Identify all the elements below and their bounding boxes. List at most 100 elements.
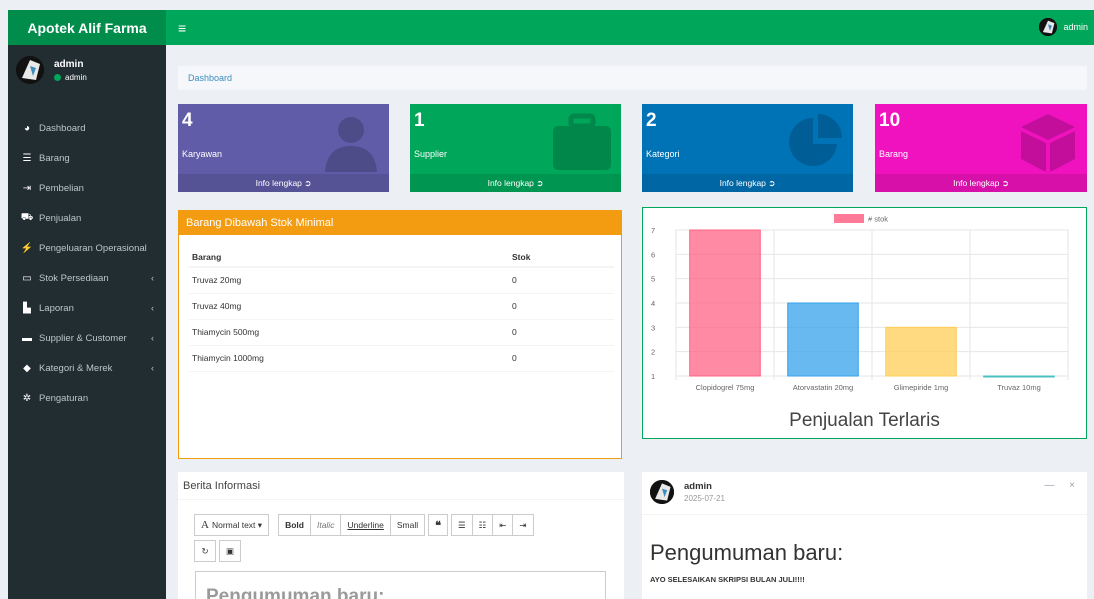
outdent-icon: ⇤ bbox=[499, 519, 507, 530]
dashboard-icon: ◕ bbox=[23, 122, 31, 134]
info-link[interactable]: Info lengkap ➲ bbox=[410, 174, 621, 192]
x-tick-label: Atorvastatin 20mg bbox=[793, 383, 853, 392]
stat-box-kategori: 2 Kategori Info lengkap ➲ bbox=[642, 104, 853, 192]
editor-toolbar: A Normal text ▾ Bold Italic Underline Sma… bbox=[194, 514, 538, 536]
sidebar-item-barang[interactable]: ☰ Barang bbox=[8, 143, 166, 173]
bold-button[interactable]: Bold bbox=[278, 514, 311, 536]
cell: 0 bbox=[509, 319, 614, 346]
menu-toggle-icon[interactable]: ≡ bbox=[178, 20, 186, 36]
arrow-circle-right-icon: ➲ bbox=[768, 177, 776, 188]
info-link[interactable]: Info lengkap ➲ bbox=[642, 174, 853, 192]
sidebar-item-pembelian[interactable]: ⇥ Pembelian bbox=[8, 173, 166, 203]
sidebar-item-laporan[interactable]: ▙ Laporan ‹ bbox=[8, 293, 166, 323]
list-ul-icon: ☰ bbox=[458, 519, 466, 530]
sidebar-item-supplier[interactable]: ▬ Supplier & Customer ‹ bbox=[8, 323, 166, 353]
table-row: Truvaz 40mg 0 bbox=[189, 293, 614, 320]
list-ol-icon: ☷ bbox=[478, 519, 487, 530]
chevron-left-icon: ‹ bbox=[151, 363, 154, 373]
outdent-button[interactable]: ⇤ bbox=[492, 514, 514, 536]
stat-value: 2 bbox=[646, 110, 657, 131]
small-button[interactable]: Small bbox=[389, 514, 426, 536]
y-tick-label: 3 bbox=[651, 323, 655, 332]
indent-button[interactable]: ⇥ bbox=[512, 514, 534, 536]
avatar bbox=[1039, 18, 1058, 36]
sidebar: Apotek Alif Farma admin admin ◕ Dashboard… bbox=[8, 10, 166, 599]
image-icon: ▣ bbox=[225, 545, 235, 556]
chart-bar bbox=[885, 326, 957, 377]
link-button[interactable]: ↻ bbox=[194, 540, 216, 562]
quote-button[interactable]: ❝ bbox=[428, 514, 449, 536]
bolt-icon: ⚡ bbox=[20, 242, 34, 254]
cell: Truvaz 20mg bbox=[189, 267, 509, 294]
cube-icon bbox=[1021, 114, 1075, 172]
low-stock-table: Barang Stok Truvaz 20mg 0 Truvaz 40mg 0 Thi… bbox=[189, 247, 614, 372]
gear-icon: ✲ bbox=[22, 392, 32, 404]
cell: 0 bbox=[509, 267, 614, 294]
announcement-post: admin 2025-07-21 — × Pengumuman baru: AY… bbox=[642, 472, 1087, 599]
user-name: admin bbox=[1063, 22, 1088, 32]
breadcrumb-dashboard[interactable]: Dashboard bbox=[188, 73, 232, 83]
chart-bar bbox=[689, 229, 761, 377]
stat-label: Supplier bbox=[414, 149, 448, 159]
cell: Thiamycin 1000mg bbox=[189, 345, 509, 372]
sidebar-item-pengaturan[interactable]: ✲ Pengaturan bbox=[8, 383, 166, 413]
box-tools: — × bbox=[1044, 480, 1081, 491]
cell: 0 bbox=[509, 293, 614, 320]
sidebar-item-kategori[interactable]: ◆ Kategori & Merek ‹ bbox=[8, 353, 166, 383]
arrow-circle-right-icon: ➲ bbox=[536, 177, 544, 188]
post-date: 2025-07-21 bbox=[684, 494, 725, 503]
chevron-left-icon: ‹ bbox=[151, 273, 154, 283]
avatar bbox=[16, 56, 44, 84]
ordered-list-button[interactable]: ☷ bbox=[471, 514, 494, 536]
italic-button[interactable]: Italic bbox=[309, 514, 342, 536]
avatar bbox=[650, 480, 674, 504]
legend-label: # stok bbox=[868, 215, 888, 224]
info-link[interactable]: Info lengkap ➲ bbox=[178, 174, 389, 192]
sidebar-item-pengeluaran[interactable]: ⚡ Pengeluaran Operasional bbox=[8, 233, 166, 263]
collapse-close-icons[interactable]: — × bbox=[1044, 480, 1081, 491]
link-icon: ↻ bbox=[201, 545, 209, 556]
x-tick-label: Glimepiride 1mg bbox=[894, 383, 949, 392]
news-panel: Berita Informasi A Normal text ▾ Bold Ita… bbox=[178, 472, 624, 599]
cart-icon: ⛟ bbox=[20, 211, 34, 223]
unordered-list-button[interactable]: ☰ bbox=[451, 514, 473, 536]
column-header: Stok bbox=[509, 247, 614, 268]
info-link[interactable]: Info lengkap ➲ bbox=[875, 174, 1087, 192]
chevron-left-icon: ‹ bbox=[151, 333, 154, 343]
bar-chart-icon: ▙ bbox=[23, 302, 31, 314]
stat-box-karyawan: 4 Karyawan Info lengkap ➲ bbox=[178, 104, 389, 192]
briefcase-icon bbox=[553, 113, 611, 170]
stat-label: Karyawan bbox=[182, 149, 223, 159]
sidebar-item-stok[interactable]: ▭ Stok Persediaan ‹ bbox=[8, 263, 166, 293]
pie-chart-icon bbox=[789, 114, 842, 166]
chart-bar bbox=[787, 302, 859, 377]
caret-down-icon: ▾ bbox=[257, 519, 263, 530]
stat-label: Barang bbox=[879, 149, 909, 159]
bar-chart: 1 2 3 4 5 6 7 Clopidogrel 75mg Atorvastatin 20mg… bbox=[651, 214, 1069, 392]
stat-value: 4 bbox=[182, 110, 193, 131]
image-button[interactable]: ▣ bbox=[219, 540, 241, 562]
chart-bar bbox=[983, 375, 1055, 378]
y-tick-label: 2 bbox=[651, 348, 655, 357]
app-logo[interactable]: Apotek Alif Farma bbox=[8, 10, 166, 45]
news-editor[interactable]: Pengumuman baru: bbox=[195, 571, 606, 599]
indent-icon: ⇥ bbox=[519, 519, 527, 530]
column-header: Barang bbox=[189, 247, 509, 268]
y-tick-label: 4 bbox=[651, 299, 655, 308]
user-name: admin bbox=[54, 58, 84, 70]
sidebar-item-dashboard[interactable]: ◕ Dashboard bbox=[8, 113, 166, 143]
format-dropdown[interactable]: A Normal text ▾ bbox=[194, 514, 270, 536]
arrow-circle-right-icon: ➲ bbox=[304, 177, 312, 188]
table-row: Thiamycin 500mg 0 bbox=[189, 319, 614, 346]
chart-title: Penjualan Terlaris bbox=[789, 410, 940, 431]
post-author[interactable]: admin bbox=[684, 481, 725, 492]
y-tick-label: 1 bbox=[651, 372, 655, 381]
x-tick-label: Clopidogrel 75mg bbox=[696, 383, 755, 392]
underline-button[interactable]: Underline bbox=[340, 514, 391, 536]
sidebar-menu: ◕ Dashboard ☰ Barang ⇥ Pembelian ⛟ Penjualan… bbox=[8, 113, 166, 413]
cell: Thiamycin 500mg bbox=[189, 319, 509, 346]
user-menu[interactable]: admin bbox=[1039, 18, 1088, 36]
y-tick-label: 7 bbox=[651, 226, 655, 235]
sidebar-item-penjualan[interactable]: ⛟ Penjualan bbox=[8, 203, 166, 233]
user-panel: admin admin bbox=[8, 45, 166, 95]
